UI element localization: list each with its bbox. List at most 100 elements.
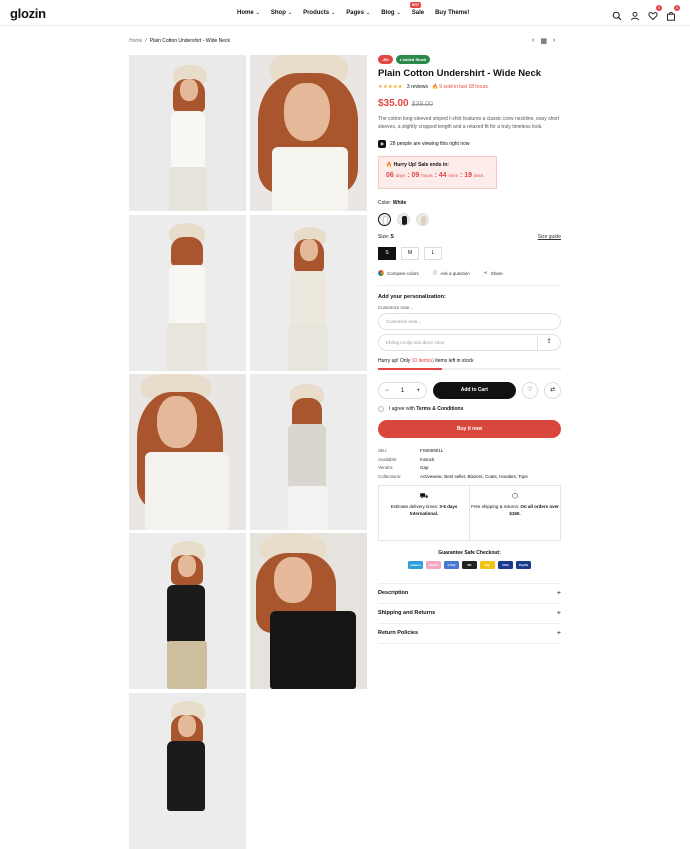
stock-text: Hurry up! Only 10 item(s) items left in … <box>378 358 561 364</box>
swatch-beige[interactable] <box>416 213 429 226</box>
compare-button[interactable]: ⇄ <box>544 382 561 399</box>
cart-icon[interactable]: 0 <box>666 5 680 21</box>
logo[interactable]: glozin <box>10 6 46 21</box>
product-photo[interactable] <box>250 533 367 689</box>
size-option[interactable]: S <box>378 247 396 260</box>
product-photo[interactable] <box>129 374 246 530</box>
color-label: Color: <box>378 200 392 206</box>
meta-key: Collections: <box>378 473 402 479</box>
nav-products[interactable]: Products ⌄ <box>303 10 335 16</box>
color-swatches <box>378 213 561 226</box>
hours-unit: hours <box>421 173 433 178</box>
nav-label: Buy Theme! <box>435 10 470 16</box>
product-photo[interactable] <box>250 374 367 530</box>
badges: -8% Limited Stock <box>378 55 561 64</box>
size-option[interactable]: L <box>424 247 442 260</box>
product-photo[interactable] <box>250 215 367 371</box>
nav-blog[interactable]: Blog ⌄ <box>381 10 401 16</box>
current-price: $35.00 <box>378 98 409 109</box>
meta-value: Instock <box>420 456 435 462</box>
share-label: Share <box>490 270 503 276</box>
prev-product-icon[interactable]: ‹ <box>532 37 534 45</box>
nav-shop[interactable]: Shop ⌄ <box>271 10 292 16</box>
product-photo[interactable] <box>129 533 246 689</box>
payment-icon: G Pay <box>444 560 459 569</box>
plus-icon[interactable]: + <box>416 388 420 394</box>
secs-value: 19 <box>464 172 473 179</box>
compare-colors[interactable]: Compare colors <box>378 270 419 276</box>
next-product-icon[interactable]: › <box>553 37 555 45</box>
ask-question[interactable]: ⓘ Ask a question <box>433 270 470 276</box>
days-value: 06 <box>386 172 394 179</box>
rating-row: ★★★★★ 3 reviews 🔥 9 sold in last 18 hours <box>378 84 561 90</box>
wishlist-button[interactable]: ♡ <box>521 382 539 399</box>
swatch-black[interactable] <box>397 213 410 226</box>
main-nav: Home ⌄ Shop ⌄ Products ⌄ Pages ⌄ Blog ⌄ HOT Sa… <box>237 2 480 16</box>
search-icon[interactable] <box>612 8 622 21</box>
product-photo[interactable] <box>129 55 246 211</box>
nav-pages[interactable]: Pages ⌄ <box>346 10 370 16</box>
quantity-stepper[interactable]: − 1 + <box>378 382 428 399</box>
countdown-timer: 06 days : 09 hours : 44 mins : 19 secs <box>386 172 484 179</box>
nav-home[interactable]: Home ⌄ <box>237 10 260 16</box>
eye-icon: ◉ <box>378 140 386 148</box>
price: $35.00 $38.00 <box>378 98 561 109</box>
nav-sale[interactable]: HOT Sale <box>409 2 425 16</box>
payment-icon: MC <box>462 560 477 569</box>
product-photo[interactable] <box>129 693 246 849</box>
account-icon[interactable] <box>630 8 640 21</box>
accordion-item[interactable]: Description + <box>378 584 561 604</box>
description: The cotton long-sleeved striped t-shirt … <box>378 116 560 130</box>
chevron-down-icon: ⌄ <box>287 10 293 16</box>
terms-link[interactable]: Terms & Conditions <box>416 406 463 412</box>
customize-note-input[interactable]: Customize note... <box>378 313 561 330</box>
breadcrumb-home[interactable]: Home <box>129 38 142 44</box>
swatch-white[interactable] <box>378 213 391 226</box>
nav-label: Sale <box>411 10 425 16</box>
mins-unit: mins <box>448 173 459 178</box>
minus-icon[interactable]: − <box>385 388 389 394</box>
file-input[interactable]: Không có tệp nào được chọn ⇪ <box>378 334 561 351</box>
size-guide-link[interactable]: Size guide <box>538 234 561 240</box>
days-unit: days <box>395 173 406 178</box>
product-photo[interactable] <box>129 215 246 371</box>
upload-icon[interactable]: ⇪ <box>537 334 560 351</box>
share[interactable]: ⋖ Share <box>484 270 503 276</box>
grid-icon[interactable]: ▦ <box>540 37 547 45</box>
accordion-title: Description <box>378 590 409 596</box>
review-count[interactable]: 3 reviews <box>407 84 428 90</box>
stock-count: 10 item(s) <box>411 358 434 364</box>
add-to-cart-button[interactable]: Add to Cart <box>433 382 516 399</box>
sale-badge: -8% <box>378 55 394 64</box>
wishlist-icon[interactable]: 0 <box>648 5 662 21</box>
terms-checkbox[interactable] <box>378 406 384 412</box>
payment-icon: Pay <box>480 560 495 569</box>
product-photo[interactable] <box>250 55 367 211</box>
hours-value: 09 <box>411 172 420 179</box>
nav-label: Products <box>303 10 330 16</box>
size-label: Size: <box>378 234 390 240</box>
size-option[interactable]: M <box>401 247 419 260</box>
divider <box>378 285 561 286</box>
accordion-item[interactable]: Shipping and Returns + <box>378 604 561 624</box>
stock-bar-fill <box>378 368 443 370</box>
buy-now-button[interactable]: Buy it now <box>378 420 561 438</box>
nav-buy-theme[interactable]: Buy Theme! <box>435 10 469 16</box>
accordion-title: Shipping and Returns <box>378 610 436 616</box>
payment-icon: Klarna <box>426 560 441 569</box>
plus-icon: + <box>556 609 561 617</box>
accordion-item[interactable]: Return Policies + <box>378 624 561 644</box>
star-rating: ★★★★★ <box>378 84 403 90</box>
cart-row: − 1 + Add to Cart ♡ ⇄ <box>378 382 561 399</box>
compare-label: Compare colors <box>387 270 419 276</box>
old-price: $38.00 <box>411 101 434 108</box>
meta-value[interactable]: Activewear, Best seller, Blazers, Coats,… <box>420 474 528 479</box>
chevron-down-icon: ⌄ <box>255 10 260 16</box>
meta-value[interactable]: Gap <box>420 465 429 470</box>
sold-count: 9 sold in last 18 hours <box>439 84 488 90</box>
truck-icon: ⛟ <box>419 492 429 500</box>
accordion-title: Return Policies <box>378 630 419 636</box>
safe-checkout-heading: Guarantee Safe Checkout: <box>438 549 501 556</box>
quantity-value[interactable]: 1 <box>401 388 404 394</box>
delivery-box: ⛟ Estimate delivery times: 3-5 days Inte… <box>378 484 561 541</box>
